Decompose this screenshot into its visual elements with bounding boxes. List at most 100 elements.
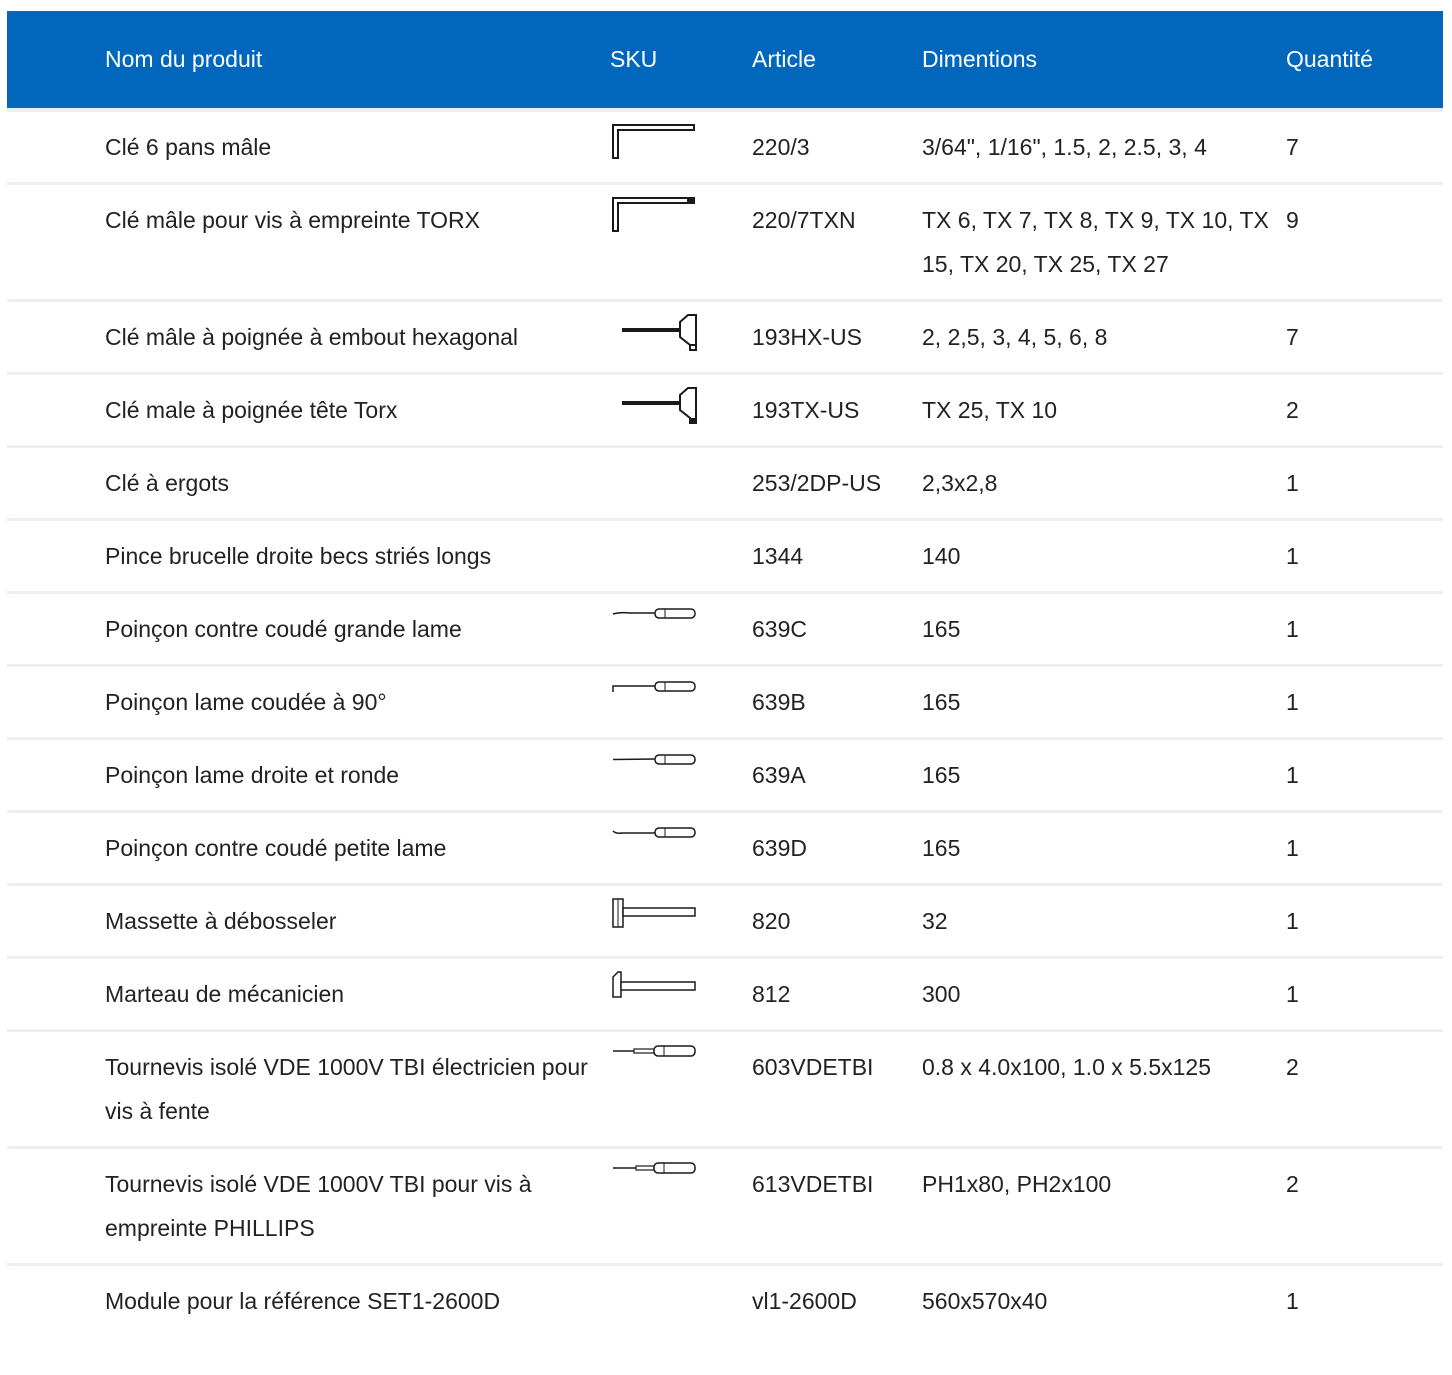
dimensions: 165: [922, 737, 1286, 812]
table-row: Pince brucelle droite becs striés longs 1…: [7, 518, 1443, 593]
table-row: Clé à ergots 253/2DP-US 2,3x2,8 1: [7, 445, 1443, 520]
article-number: vl1-2600D: [752, 1263, 922, 1336]
sku-image-cell: [610, 883, 752, 958]
quantity: 1: [1286, 737, 1443, 812]
dimensions: PH1x80, PH2x100: [922, 1146, 1286, 1265]
quantity: 1: [1286, 664, 1443, 739]
quantity: 1: [1286, 956, 1443, 1031]
bent-awl-icon: [610, 677, 700, 721]
table-row: Poinçon contre coudé petite lame 639D 165 1: [7, 810, 1443, 885]
table-row: Marteau de mécanicien 812 300 1: [7, 956, 1443, 1031]
quantity: 7: [1286, 299, 1443, 374]
offset-awl-icon: [610, 604, 700, 648]
sku-image-cell: [610, 299, 752, 374]
dimensions: 165: [922, 664, 1286, 739]
table-row: Poinçon contre coudé grande lame 639C 165 1: [7, 591, 1443, 666]
table-row: Clé male à poignée tête Torx 193TX-US TX 2…: [7, 372, 1443, 447]
dimensions: 32: [922, 883, 1286, 958]
dimensions: 140: [922, 518, 1286, 593]
sku-image-cell: [610, 591, 752, 666]
product-name: Poinçon lame coudée à 90°: [7, 664, 610, 739]
article-number: 1344: [752, 518, 922, 593]
sku-image-cell: [610, 1146, 752, 1265]
quantity: 2: [1286, 372, 1443, 447]
table-row: Module pour la référence SET1-2600D vl1-2…: [7, 1263, 1443, 1336]
dimensions: 2,3x2,8: [922, 445, 1286, 520]
sku-image-cell: [610, 1263, 752, 1336]
product-name: Module pour la référence SET1-2600D: [7, 1263, 610, 1336]
header-sku[interactable]: SKU: [610, 11, 752, 110]
insulated-phillips-screwdriver-icon: [610, 1159, 700, 1203]
t-handle-hex-key-icon: [610, 312, 700, 356]
header-dimensions[interactable]: Dimentions: [922, 11, 1286, 110]
article-number: 193HX-US: [752, 299, 922, 374]
dimensions: 165: [922, 591, 1286, 666]
article-number: 220/3: [752, 108, 922, 184]
product-table-container: Nom du produit SKU Article Dimentions Qu…: [7, 11, 1443, 1336]
table-row: Clé mâle à poignée à embout hexagonal 193…: [7, 299, 1443, 374]
table-row: Clé mâle pour vis à empreinte TORX 220/7T…: [7, 182, 1443, 301]
article-number: 253/2DP-US: [752, 445, 922, 520]
dimensions: 560x570x40: [922, 1263, 1286, 1336]
sku-image-cell: [610, 956, 752, 1031]
dimensions: TX 6, TX 7, TX 8, TX 9, TX 10, TX 15, TX…: [922, 182, 1286, 301]
product-name: Clé à ergots: [7, 445, 610, 520]
quantity: 1: [1286, 591, 1443, 666]
product-name: Poinçon contre coudé grande lame: [7, 591, 610, 666]
table-row: Tournevis isolé VDE 1000V TBI électricie…: [7, 1029, 1443, 1148]
quantity: 9: [1286, 182, 1443, 301]
table-row: Poinçon lame droite et ronde 639A 165 1: [7, 737, 1443, 812]
article-number: 639C: [752, 591, 922, 666]
small-offset-awl-icon: [610, 823, 700, 867]
hex-key-icon: [610, 122, 700, 166]
quantity: 2: [1286, 1146, 1443, 1265]
sku-image-cell: [610, 810, 752, 885]
quantity: 1: [1286, 883, 1443, 958]
product-name: Clé 6 pans mâle: [7, 108, 610, 184]
product-table: Nom du produit SKU Article Dimentions Qu…: [7, 11, 1443, 1336]
dimensions: 3/64", 1/16", 1.5, 2, 2.5, 3, 4: [922, 108, 1286, 184]
product-name: Pince brucelle droite becs striés longs: [7, 518, 610, 593]
product-name: Clé male à poignée tête Torx: [7, 372, 610, 447]
product-name: Marteau de mécanicien: [7, 956, 610, 1031]
article-number: 639D: [752, 810, 922, 885]
article-number: 812: [752, 956, 922, 1031]
mallet-icon: [610, 896, 700, 940]
sku-image-cell: [610, 182, 752, 301]
sku-image-cell: [610, 664, 752, 739]
header-quantity[interactable]: Quantité: [1286, 11, 1443, 110]
article-number: 220/7TXN: [752, 182, 922, 301]
article-number: 193TX-US: [752, 372, 922, 447]
t-handle-torx-key-icon: [610, 385, 700, 429]
sku-image-cell: [610, 1029, 752, 1148]
article-number: 613VDETBI: [752, 1146, 922, 1265]
quantity: 1: [1286, 1263, 1443, 1336]
dimensions: 300: [922, 956, 1286, 1031]
article-number: 820: [752, 883, 922, 958]
article-number: 639B: [752, 664, 922, 739]
quantity: 7: [1286, 108, 1443, 184]
hammer-icon: [610, 969, 700, 1013]
table-row: Tournevis isolé VDE 1000V TBI pour vis à…: [7, 1146, 1443, 1265]
table-row: Poinçon lame coudée à 90° 639B 165 1: [7, 664, 1443, 739]
header-name[interactable]: Nom du produit: [7, 11, 610, 110]
quantity: 1: [1286, 518, 1443, 593]
product-name: Tournevis isolé VDE 1000V TBI pour vis à…: [7, 1146, 610, 1265]
quantity: 1: [1286, 810, 1443, 885]
header-article[interactable]: Article: [752, 11, 922, 110]
product-name: Clé mâle pour vis à empreinte TORX: [7, 182, 610, 301]
sku-image-cell: [610, 518, 752, 593]
sku-image-cell: [610, 108, 752, 184]
quantity: 1: [1286, 445, 1443, 520]
sku-image-cell: [610, 445, 752, 520]
insulated-screwdriver-icon: [610, 1042, 700, 1086]
product-name: Massette à débosseler: [7, 883, 610, 958]
straight-awl-icon: [610, 750, 700, 794]
product-name: Clé mâle à poignée à embout hexagonal: [7, 299, 610, 374]
dimensions: 165: [922, 810, 1286, 885]
dimensions: TX 25, TX 10: [922, 372, 1286, 447]
article-number: 639A: [752, 737, 922, 812]
dimensions: 0.8 x 4.0x100, 1.0 x 5.5x125: [922, 1029, 1286, 1148]
torx-key-icon: [610, 195, 700, 239]
sku-image-cell: [610, 372, 752, 447]
